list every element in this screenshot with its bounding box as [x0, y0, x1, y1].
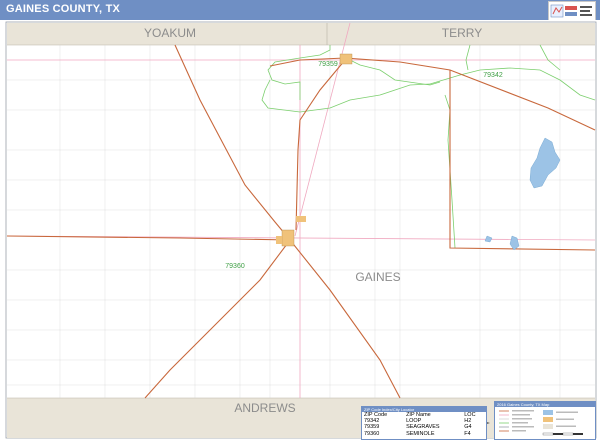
table-cell: 79360: [364, 430, 380, 437]
title-bar: GAINES COUNTY, TX: [0, 0, 600, 21]
zip-label-79342: 79342: [483, 72, 503, 79]
zip-code-index-table: ZIP Code Index/City Locator ZIP Code ZIP…: [361, 406, 487, 440]
label-andrews: ANDREWS: [234, 401, 295, 415]
legend-swatches: [499, 410, 583, 436]
label-terry: TERRY: [442, 26, 482, 40]
zip-label-79359: 79359: [318, 61, 338, 68]
map-legend: 2016 Gaines County, TX Map: [494, 401, 596, 440]
map-frame: GAINES COUNTY, TX YOAKUM TERRY ANDREWS G…: [0, 0, 600, 442]
table-cell: SEMINOLE: [406, 430, 435, 437]
zip-label-79360: 79360: [225, 263, 245, 270]
publisher-logo-icon: [548, 1, 596, 21]
county-map: YOAKUM TERRY ANDREWS GAINES 79359 79342 …: [0, 20, 600, 442]
label-gaines: GAINES: [355, 270, 400, 284]
label-yoakum: YOAKUM: [144, 26, 196, 40]
table-cell: F4: [464, 430, 471, 437]
city-seagraves: [339, 53, 353, 65]
map-title: GAINES COUNTY, TX: [6, 3, 121, 15]
neighbor-band-north: [7, 23, 595, 45]
table-row: 79360 SEMINOLE F4: [362, 431, 486, 437]
